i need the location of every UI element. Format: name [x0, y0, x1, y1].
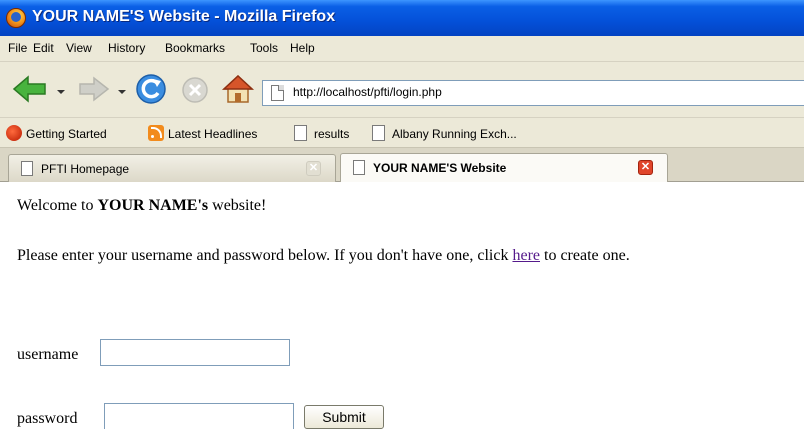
instructions-suffix: to create one. [540, 247, 630, 264]
title-bar[interactable]: YOUR NAME'S Website - Mozilla Firefox [0, 0, 804, 36]
page-icon [21, 161, 33, 176]
menu-view[interactable]: View [66, 41, 92, 55]
rss-icon [148, 125, 164, 141]
instructions-prefix: Please enter your username and password … [17, 247, 513, 264]
close-tab-icon[interactable]: ✕ [638, 160, 653, 175]
bookmark-label: Latest Headlines [168, 127, 258, 141]
firefox-icon [6, 8, 26, 28]
welcome-text: Welcome to YOUR NAME's website! [17, 197, 266, 215]
welcome-name: YOUR NAME [97, 197, 198, 214]
tab-label: PFTI Homepage [41, 162, 130, 176]
tab-strip: PFTI Homepage ✕ YOUR NAME'S Website ✕ [0, 148, 804, 182]
create-account-link[interactable]: here [512, 247, 540, 264]
password-label: password [17, 410, 78, 427]
page-icon [353, 160, 365, 175]
menu-bar: File Edit View History Bookmarks Tools H… [0, 36, 804, 62]
forward-dropdown-icon[interactable] [118, 90, 126, 94]
back-dropdown-icon[interactable] [57, 90, 65, 94]
page-icon [294, 125, 307, 141]
tab-label: YOUR NAME'S Website [373, 161, 507, 175]
firefox-icon [6, 125, 22, 141]
bookmark-label: results [314, 127, 350, 141]
close-tab-icon[interactable]: ✕ [306, 161, 321, 176]
menu-bookmarks[interactable]: Bookmarks [165, 41, 225, 55]
bookmark-latest-headlines[interactable]: Latest Headlines [148, 125, 288, 143]
bookmark-label: Getting Started [26, 127, 107, 141]
navigation-toolbar: http://localhost/pfti/login.php [0, 62, 804, 118]
address-bar[interactable]: http://localhost/pfti/login.php [262, 80, 804, 106]
menu-help[interactable]: Help [290, 41, 315, 55]
window-title: YOUR NAME'S Website - Mozilla Firefox [32, 8, 336, 25]
password-input[interactable] [104, 403, 294, 429]
menu-file[interactable]: File [8, 41, 27, 55]
welcome-suffix: website! [208, 197, 267, 214]
address-url[interactable]: http://localhost/pfti/login.php [293, 85, 442, 99]
page-content: Welcome to YOUR NAME's website! Please e… [0, 183, 804, 429]
page-icon [372, 125, 385, 141]
instructions-text: Please enter your username and password … [17, 247, 630, 265]
bookmark-label: Albany Running Exch... [392, 127, 517, 141]
reload-icon[interactable] [135, 73, 167, 105]
back-arrow-icon[interactable] [12, 74, 48, 104]
menu-tools[interactable]: Tools [250, 41, 278, 55]
page-icon [271, 85, 284, 101]
forward-arrow-icon[interactable] [78, 75, 110, 103]
bookmark-albany-running[interactable]: Albany Running Exch... [372, 125, 572, 143]
home-icon[interactable] [222, 73, 254, 105]
bookmarks-toolbar: Getting Started Latest Headlines results… [0, 118, 804, 148]
welcome-prefix: Welcome to [17, 197, 98, 214]
tab-pfti-homepage[interactable]: PFTI Homepage ✕ [8, 154, 336, 182]
stop-icon[interactable] [181, 76, 209, 104]
username-label: username [17, 346, 79, 363]
welcome-possessive: 's [197, 197, 209, 214]
menu-edit[interactable]: Edit [33, 41, 54, 55]
tab-your-names-website[interactable]: YOUR NAME'S Website ✕ [340, 153, 668, 182]
menu-history[interactable]: History [108, 41, 145, 55]
bookmark-getting-started[interactable]: Getting Started [6, 125, 146, 143]
bookmark-results[interactable]: results [294, 125, 374, 143]
submit-button[interactable]: Submit [304, 405, 384, 429]
username-input[interactable] [100, 339, 290, 366]
